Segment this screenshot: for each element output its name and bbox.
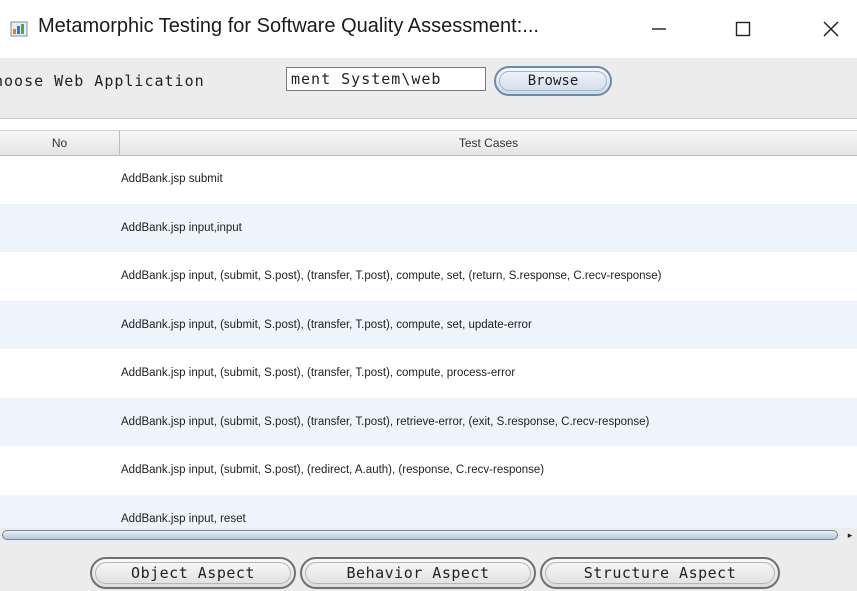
table-row[interactable]: AddBank.jsp input, (submit, S.post), (tr…: [0, 300, 857, 350]
cell-no: [0, 252, 120, 301]
cell-test-case: AddBank.jsp submit: [121, 173, 223, 186]
cell-test-case: AddBank.jsp input, (submit, S.post), (tr…: [121, 367, 516, 380]
column-header-test-cases[interactable]: Test Cases: [120, 131, 857, 155]
cell-test-case: AddBank.jsp input,input: [121, 221, 242, 234]
table-row[interactable]: AddBank.jsp submit: [0, 155, 857, 204]
choose-web-application-label: hoose Web Application: [0, 72, 205, 90]
cell-no: [0, 495, 120, 532]
table-row[interactable]: AddBank.jsp input, (submit, S.post), (tr…: [0, 252, 857, 301]
column-header-no[interactable]: No: [0, 131, 120, 155]
cell-test-case: AddBank.jsp input, (submit, S.post), (tr…: [121, 270, 662, 283]
cell-no: [0, 398, 120, 447]
table-header: No Test Cases: [0, 130, 857, 156]
table-row[interactable]: AddBank.jsp input,input: [0, 203, 857, 253]
horizontal-scrollbar[interactable]: ▸: [0, 528, 857, 542]
web-application-path-input[interactable]: ment System\web: [286, 67, 486, 91]
test-cases-table: No Test Cases AddBank.jsp submit AddBank…: [0, 118, 857, 531]
behavior-aspect-label: Behavior Aspect: [346, 564, 490, 582]
object-aspect-label: Object Aspect: [131, 564, 255, 582]
browse-button-label: Browse: [527, 73, 579, 89]
cell-no: [0, 301, 120, 350]
structure-aspect-label: Structure Aspect: [583, 564, 737, 582]
cell-no: [0, 446, 120, 495]
title-bar: Metamorphic Testing for Software Quality…: [0, 0, 857, 58]
cell-test-case: AddBank.jsp input, (submit, S.post), (re…: [121, 464, 545, 477]
table-body: AddBank.jsp submit AddBank.jsp input,inp…: [0, 155, 857, 531]
cell-test-case: AddBank.jsp input, (submit, S.post), (tr…: [121, 318, 532, 331]
table-row[interactable]: AddBank.jsp input, (submit, S.post), (tr…: [0, 397, 857, 447]
table-row[interactable]: AddBank.jsp input, reset: [0, 494, 857, 532]
object-aspect-button[interactable]: Object Aspect: [90, 557, 296, 589]
scroll-right-arrow-icon[interactable]: ▸: [844, 529, 856, 541]
cell-no: [0, 204, 120, 253]
close-icon[interactable]: [808, 12, 854, 46]
application-window: Metamorphic Testing for Software Quality…: [0, 0, 857, 591]
scrollbar-thumb[interactable]: [2, 530, 838, 540]
table-row[interactable]: AddBank.jsp input, (submit, S.post), (re…: [0, 446, 857, 495]
window-title: Metamorphic Testing for Software Quality…: [38, 15, 539, 37]
cell-test-case: AddBank.jsp input, reset: [121, 512, 246, 525]
maximize-icon[interactable]: [720, 12, 766, 46]
cell-no: [0, 349, 120, 398]
cell-no: [0, 155, 120, 204]
behavior-aspect-button[interactable]: Behavior Aspect: [300, 557, 536, 589]
web-application-chooser: hoose Web Application ment System\web Br…: [0, 58, 857, 106]
browse-button[interactable]: Browse: [494, 66, 612, 96]
table-row[interactable]: AddBank.jsp input, (submit, S.post), (tr…: [0, 349, 857, 398]
cell-test-case: AddBank.jsp input, (submit, S.post), (tr…: [121, 415, 650, 428]
java-app-icon: [10, 20, 28, 38]
aspect-button-bar: Object Aspect Behavior Aspect Structure …: [0, 542, 857, 591]
minimize-icon[interactable]: [636, 12, 682, 46]
structure-aspect-button[interactable]: Structure Aspect: [540, 557, 780, 589]
